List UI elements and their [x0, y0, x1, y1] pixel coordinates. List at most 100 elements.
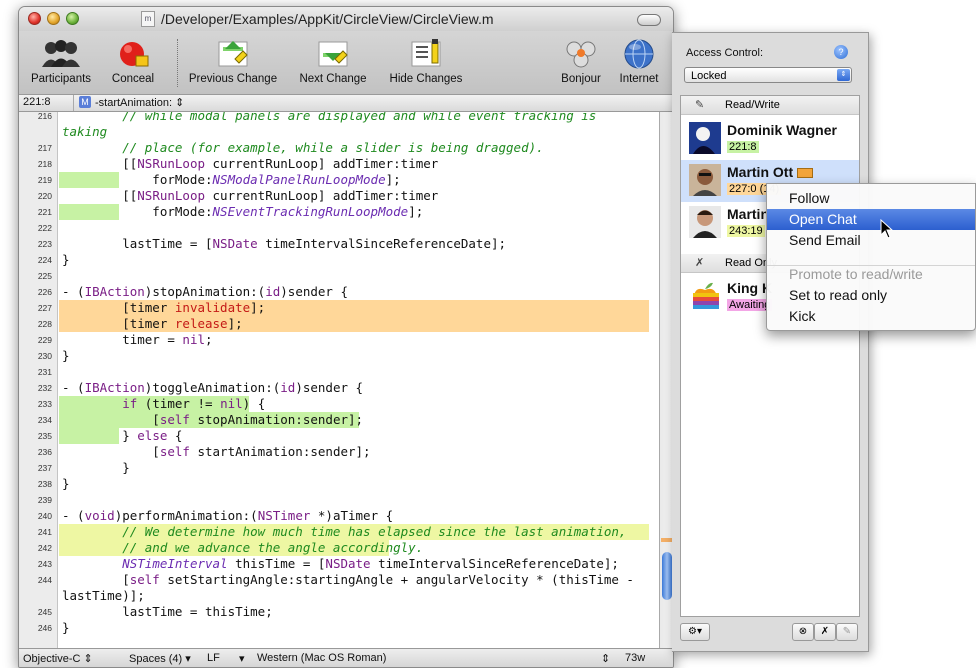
line-number: 225	[37, 271, 52, 281]
code-line: 223 lastTime = [NSDate timeIntervalSince…	[19, 236, 659, 252]
line-number: 232	[37, 383, 52, 393]
next-change-button[interactable]: Next Change	[289, 39, 377, 85]
internet-button[interactable]: Internet	[611, 39, 667, 85]
code-line: 224}	[19, 252, 659, 268]
participants-label: Participants	[30, 73, 92, 85]
window-title-text: /Developer/Examples/AppKit/CircleView/Ci…	[161, 11, 494, 27]
participant-position: 221:8	[727, 141, 759, 153]
next-change-icon	[289, 39, 377, 69]
code-line: 239	[19, 492, 659, 508]
code-line: 221 forMode:NSEventTrackingRunLoopMode];	[19, 204, 659, 220]
code-line: 217 // place (for example, while a slide…	[19, 140, 659, 156]
line-number: 230	[37, 351, 52, 361]
avatar	[689, 206, 721, 238]
participant-row[interactable]: Dominik Wagner 221:8	[681, 118, 859, 160]
cursor-position[interactable]: 221:8	[23, 96, 51, 108]
internet-globe-icon	[611, 39, 667, 69]
hide-changes-button[interactable]: Hide Changes	[381, 39, 471, 85]
participant-name: Dominik Wagner	[727, 122, 837, 138]
status-bar: Objective-C ⇕ Spaces (4) ▾ LF ▾ Western …	[19, 648, 673, 667]
menu-item-set-read-only[interactable]: Set to read only	[767, 285, 975, 306]
code-text: lastTime = thisTime;	[62, 604, 273, 619]
menu-item-kick[interactable]: Kick	[767, 306, 975, 327]
code-line: 216 // while modal panels are displayed …	[19, 112, 659, 124]
help-icon[interactable]: ?	[834, 45, 848, 59]
menu-item-follow[interactable]: Follow	[767, 188, 975, 209]
code-text: [timer invalidate];	[62, 300, 266, 315]
code-editor[interactable]: 216 // while modal panels are displayed …	[19, 112, 659, 648]
line-number: 226	[37, 287, 52, 297]
close-button[interactable]	[28, 12, 41, 25]
indent-popup[interactable]: Spaces (4) ▾	[129, 652, 191, 665]
apple-logo-icon	[689, 280, 721, 312]
code-text: NSTimeInterval thisTime = [NSDate timeIn…	[122, 556, 619, 571]
bonjour-button[interactable]: Bonjour	[553, 39, 609, 85]
code-line: 235 } else {	[19, 428, 659, 444]
language-popup[interactable]: Objective-C ⇕	[23, 652, 93, 665]
code-line: 240 - (void)performAnimation:(NSTimer *)a…	[19, 508, 659, 524]
zoom-button[interactable]	[66, 12, 79, 25]
participants-button[interactable]: Participants	[25, 39, 97, 85]
read-only-pencil-icon: ✗	[695, 257, 705, 269]
code-line: 225	[19, 268, 659, 284]
context-menu: Follow Open Chat Send Email Promote to r…	[766, 183, 976, 331]
group-title: Read/Write	[725, 99, 780, 111]
menu-item-promote: Promote to read/write	[767, 264, 975, 285]
gear-icon[interactable]: ⚙▾	[680, 623, 710, 641]
code-line: 246}	[19, 620, 659, 636]
code-text: // while modal panels are displayed and …	[62, 112, 597, 123]
code-text: - (IBAction)stopAnimation:(id)sender {	[62, 284, 349, 299]
minimize-button[interactable]	[47, 12, 60, 25]
participants-list[interactable]: ✎ Read/Write Dominik Wagner 221:8 Martin…	[680, 95, 860, 617]
code-text: lastTime)];	[62, 588, 145, 603]
line-number: 227	[37, 303, 52, 313]
function-popup[interactable]: -startAnimation: ⇕	[95, 96, 184, 109]
title-bar[interactable]: m /Developer/Examples/AppKit/CircleView/…	[19, 7, 673, 31]
line-number: 246	[37, 623, 52, 633]
code-text: taking	[62, 124, 108, 139]
line-number: 229	[37, 335, 52, 345]
scroll-thumb[interactable]	[662, 552, 672, 600]
participants-drawer: Access Control: ? Locked ⇕ ✎ Read/Write …	[672, 32, 869, 652]
color-swatch	[797, 168, 813, 179]
line-ending-value: LF	[207, 652, 220, 664]
line-number: 245	[37, 607, 52, 617]
line-number: 233	[37, 399, 52, 409]
read-only-icon[interactable]: ✗	[814, 623, 836, 641]
menu-item-send-email[interactable]: Send Email	[767, 230, 975, 251]
stop-icon[interactable]: ⊗	[792, 623, 814, 641]
previous-change-label: Previous Change	[188, 73, 278, 85]
code-line: 229 timer = nil;	[19, 332, 659, 348]
line-number: 239	[37, 495, 52, 505]
line-number: 244	[37, 575, 52, 585]
access-control-select[interactable]: Locked ⇕	[684, 67, 852, 83]
line-number: 235	[37, 431, 52, 441]
avatar	[689, 122, 721, 154]
line-ending-popup[interactable]: LF	[207, 652, 220, 664]
toolbar-separator	[177, 39, 178, 87]
code-line: 228 [timer release];	[19, 316, 659, 332]
mouse-pointer-icon	[880, 219, 894, 239]
code-text: [self stopAnimation:sender];	[62, 412, 364, 427]
line-number: 238	[37, 479, 52, 489]
menu-item-label: Open Chat	[789, 211, 857, 227]
menu-item-open-chat[interactable]: Open Chat	[767, 209, 975, 230]
menu-item-label: Send Email	[789, 232, 861, 248]
group-header-read-write: ✎ Read/Write	[681, 96, 859, 115]
line-number: 234	[37, 415, 52, 425]
participant-name: Martin Ott	[727, 164, 813, 180]
participant-name: Martin	[727, 206, 769, 222]
code-line: 231	[19, 364, 659, 380]
encoding-popup[interactable]: Western (Mac OS Roman)	[257, 652, 386, 664]
line-number: 237	[37, 463, 52, 473]
code-text: // We determine how much time has elapse…	[62, 524, 627, 539]
code-line: 233 if (timer != nil) {	[19, 396, 659, 412]
line-number: 240	[37, 511, 52, 521]
bonjour-label: Bonjour	[561, 73, 601, 85]
line-number: 236	[37, 447, 52, 457]
conceal-button[interactable]: Conceal	[105, 39, 161, 85]
previous-change-button[interactable]: Previous Change	[183, 39, 283, 85]
access-control-value: Locked	[691, 70, 727, 82]
edit-icon[interactable]: ✎	[836, 623, 858, 641]
toolbar-toggle-button[interactable]	[637, 14, 661, 26]
